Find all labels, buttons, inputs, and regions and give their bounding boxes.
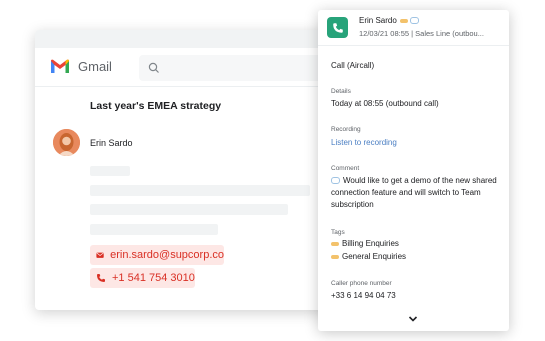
- tag-label: Billing Enquiries: [342, 239, 399, 248]
- phone-call-icon: [327, 17, 348, 38]
- email-subject: Last year's EMEA strategy: [90, 100, 222, 112]
- caller-phone: +33 6 14 94 04 73: [331, 291, 396, 300]
- placeholder-line: [90, 166, 130, 176]
- call-meta: 12/03/21 08:55 | Sales Line (outbou...: [359, 29, 484, 38]
- placeholder-line: [90, 185, 310, 196]
- call-header: Erin Sardo 12/03/21 08:55 | Sales Line (…: [318, 10, 509, 46]
- phone-icon: [97, 274, 105, 282]
- search-icon[interactable]: [147, 61, 161, 75]
- app-name: Gmail: [78, 59, 112, 74]
- comment-label: Comment: [331, 165, 360, 172]
- recording-label: Recording: [331, 126, 361, 133]
- recording-link[interactable]: Listen to recording: [331, 137, 501, 149]
- caller-phone-label: Caller phone number: [331, 280, 392, 287]
- tag-label: General Enquiries: [342, 252, 407, 261]
- comment-value: Would like to get a demo of the new shar…: [331, 176, 497, 209]
- chat-bubble-icon: [409, 17, 419, 25]
- chat-bubble-icon: [331, 177, 340, 185]
- avatar: [53, 129, 80, 156]
- tag-icon: [331, 254, 339, 259]
- contact-name: Erin Sardo: [359, 16, 397, 25]
- comment-row: Would like to get a demo of the new shar…: [331, 175, 501, 211]
- tag-item[interactable]: General Enquiries: [331, 251, 501, 263]
- email-address: erin.sardo@supcorp.co: [110, 249, 224, 261]
- sender-name: Erin Sardo: [90, 138, 133, 148]
- phone-number: +1 541 754 3010: [112, 272, 195, 284]
- contact-name-row: Erin Sardo: [359, 16, 419, 25]
- gmail-logo-icon[interactable]: [50, 58, 70, 74]
- email-chip[interactable]: erin.sardo@supcorp.co: [90, 245, 224, 265]
- placeholder-line: [90, 204, 288, 215]
- call-title: Call (Aircall): [331, 61, 375, 70]
- tags-label: Tags: [331, 229, 345, 236]
- tag-icon: [399, 18, 408, 23]
- tag-icon: [331, 241, 339, 246]
- aircall-panel: Erin Sardo 12/03/21 08:55 | Sales Line (…: [318, 10, 509, 331]
- tag-item[interactable]: Billing Enquiries: [331, 238, 501, 250]
- chevron-down-icon[interactable]: [408, 315, 418, 323]
- mail-icon: [96, 252, 104, 258]
- details-value: Today at 08:55 (outbound call): [331, 99, 439, 108]
- phone-chip[interactable]: +1 541 754 3010: [90, 268, 195, 288]
- details-label: Details: [331, 88, 351, 95]
- placeholder-line: [90, 224, 218, 235]
